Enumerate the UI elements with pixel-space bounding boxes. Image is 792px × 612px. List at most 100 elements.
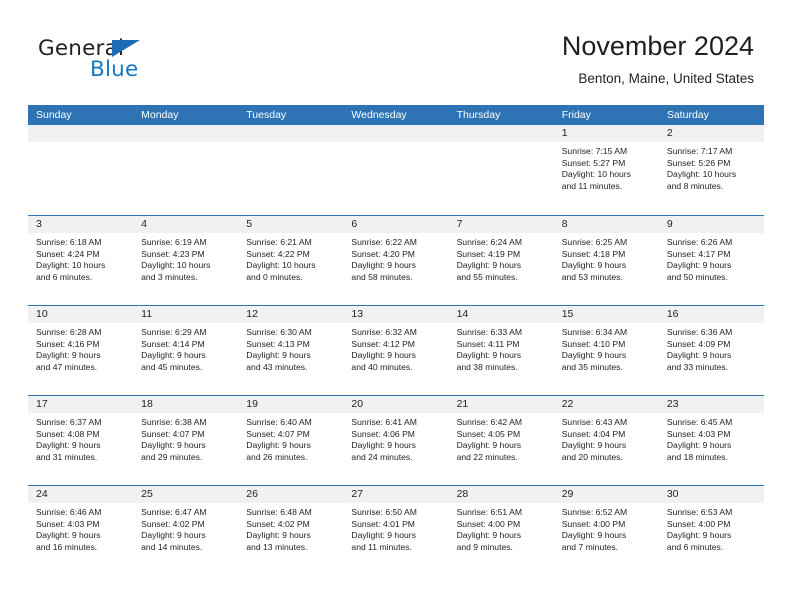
- day-cell[interactable]: [448, 125, 554, 215]
- day-cell[interactable]: 10 Sunrise: 6:28 AM Sunset: 4:16 PM Dayl…: [28, 306, 134, 395]
- day-cell[interactable]: 29 Sunrise: 6:52 AM Sunset: 4:00 PM Dayl…: [553, 486, 659, 575]
- day-number: 18: [141, 398, 153, 410]
- day-info: Sunrise: 7:15 AM Sunset: 5:27 PM Dayligh…: [554, 142, 659, 192]
- day-cell[interactable]: 17 Sunrise: 6:37 AM Sunset: 4:08 PM Dayl…: [28, 396, 134, 485]
- day-cell[interactable]: 2 Sunrise: 7:17 AM Sunset: 5:26 PM Dayli…: [658, 125, 764, 215]
- sunset-text: Sunset: 4:00 PM: [666, 518, 731, 529]
- day-number-bar: [133, 125, 239, 142]
- general-blue-logo[interactable]: General Blue: [38, 36, 258, 92]
- sunset-text: Sunset: 4:23 PM: [141, 248, 205, 259]
- day-cell[interactable]: 21 Sunrise: 6:42 AM Sunset: 4:05 PM Dayl…: [448, 396, 554, 485]
- day-cell[interactable]: 9 Sunrise: 6:26 AM Sunset: 4:17 PM Dayli…: [658, 216, 764, 305]
- day-info: Sunrise: 6:22 AM Sunset: 4:20 PM Dayligh…: [343, 233, 448, 283]
- day-number-bar: 29: [553, 486, 659, 503]
- daylight-text-line1: Daylight: 9 hours: [666, 440, 732, 451]
- day-number-bar: 5: [238, 216, 344, 233]
- daylight-text-line2: and 22 minutes.: [456, 451, 518, 462]
- day-number: 24: [36, 488, 48, 500]
- day-cell[interactable]: 26 Sunrise: 6:48 AM Sunset: 4:02 PM Dayl…: [238, 486, 344, 575]
- sunrise-text: Sunrise: 6:43 AM: [561, 417, 628, 427]
- day-number-bar: 17: [28, 396, 134, 413]
- day-cell[interactable]: 7 Sunrise: 6:24 AM Sunset: 4:19 PM Dayli…: [448, 216, 554, 305]
- day-number-bar: 14: [448, 306, 554, 323]
- day-number: 16: [666, 308, 679, 320]
- sunset-text: Sunset: 5:27 PM: [561, 157, 626, 168]
- day-number-bar: 15: [553, 306, 659, 323]
- daylight-text-line1: Daylight: 9 hours: [246, 350, 311, 361]
- daylight-text-line2: and 26 minutes.: [246, 451, 308, 462]
- day-number: 11: [141, 308, 153, 320]
- day-cell[interactable]: 27 Sunrise: 6:50 AM Sunset: 4:01 PM Dayl…: [343, 486, 449, 575]
- day-cell[interactable]: 12 Sunrise: 6:30 AM Sunset: 4:13 PM Dayl…: [238, 306, 344, 395]
- sunrise-text: Sunrise: 6:32 AM: [351, 327, 417, 337]
- day-number: 26: [246, 488, 258, 500]
- daylight-text-line1: Daylight: 9 hours: [141, 440, 206, 451]
- day-cell[interactable]: 22 Sunrise: 6:43 AM Sunset: 4:04 PM Dayl…: [553, 396, 659, 485]
- sunset-text: Sunset: 4:03 PM: [36, 518, 100, 529]
- sunset-text: Sunset: 4:24 PM: [36, 248, 100, 259]
- day-info: Sunrise: 6:52 AM Sunset: 4:00 PM Dayligh…: [554, 503, 659, 553]
- sunset-text: Sunset: 4:05 PM: [456, 428, 521, 439]
- sunrise-text: Sunrise: 6:22 AM: [351, 237, 417, 247]
- day-number: 25: [141, 488, 153, 500]
- sunset-text: Sunset: 4:13 PM: [246, 338, 310, 349]
- weekday-header-row: Sunday Monday Tuesday Wednesday Thursday…: [28, 105, 764, 125]
- week-row: 24 Sunrise: 6:46 AM Sunset: 4:03 PM Dayl…: [28, 485, 764, 575]
- day-cell[interactable]: 13 Sunrise: 6:32 AM Sunset: 4:12 PM Dayl…: [343, 306, 449, 395]
- daylight-text-line2: and 6 minutes.: [36, 271, 93, 282]
- day-cell[interactable]: 1 Sunrise: 7:15 AM Sunset: 5:27 PM Dayli…: [553, 125, 659, 215]
- day-cell[interactable]: 8 Sunrise: 6:25 AM Sunset: 4:18 PM Dayli…: [553, 216, 659, 305]
- day-cell[interactable]: [133, 125, 239, 215]
- sunset-text: Sunset: 4:11 PM: [456, 338, 520, 349]
- page-title: November 2024: [561, 31, 754, 61]
- day-number: 12: [246, 308, 258, 320]
- day-number-bar: [28, 125, 134, 142]
- day-cell[interactable]: [238, 125, 344, 215]
- daylight-text-line2: and 0 minutes.: [246, 271, 303, 282]
- day-cell[interactable]: [343, 125, 449, 215]
- sunrise-text: Sunrise: 6:38 AM: [141, 417, 207, 427]
- daylight-text-line1: Daylight: 9 hours: [36, 440, 101, 451]
- day-cell[interactable]: 28 Sunrise: 6:51 AM Sunset: 4:00 PM Dayl…: [448, 486, 554, 575]
- sunset-text: Sunset: 4:14 PM: [141, 338, 205, 349]
- day-cell[interactable]: 20 Sunrise: 6:41 AM Sunset: 4:06 PM Dayl…: [343, 396, 449, 485]
- day-number: 3: [36, 218, 42, 230]
- day-cell[interactable]: [28, 125, 134, 215]
- day-cell[interactable]: 24 Sunrise: 6:46 AM Sunset: 4:03 PM Dayl…: [28, 486, 134, 575]
- daylight-text-line2: and 20 minutes.: [561, 451, 623, 462]
- sunrise-text: Sunrise: 6:37 AM: [36, 417, 102, 427]
- day-cell[interactable]: 5 Sunrise: 6:21 AM Sunset: 4:22 PM Dayli…: [238, 216, 344, 305]
- daylight-text-line2: and 31 minutes.: [36, 451, 98, 462]
- day-cell[interactable]: 14 Sunrise: 6:33 AM Sunset: 4:11 PM Dayl…: [448, 306, 554, 395]
- day-cell[interactable]: 16 Sunrise: 6:36 AM Sunset: 4:09 PM Dayl…: [658, 306, 764, 395]
- daylight-text-line1: Daylight: 9 hours: [141, 530, 206, 541]
- day-cell[interactable]: 25 Sunrise: 6:47 AM Sunset: 4:02 PM Dayl…: [133, 486, 239, 575]
- day-cell[interactable]: 18 Sunrise: 6:38 AM Sunset: 4:07 PM Dayl…: [133, 396, 239, 485]
- day-number-bar: 13: [343, 306, 449, 323]
- daylight-text-line2: and 6 minutes.: [666, 541, 724, 552]
- day-cell[interactable]: 30 Sunrise: 6:53 AM Sunset: 4:00 PM Dayl…: [658, 486, 764, 575]
- day-cell[interactable]: 11 Sunrise: 6:29 AM Sunset: 4:14 PM Dayl…: [133, 306, 239, 395]
- sunset-text: Sunset: 4:20 PM: [351, 248, 415, 259]
- day-info: Sunrise: 6:36 AM Sunset: 4:09 PM Dayligh…: [659, 323, 764, 373]
- daylight-text-line1: Daylight: 10 hours: [246, 260, 316, 271]
- day-number-bar: 23: [658, 396, 764, 413]
- sunset-text: Sunset: 4:00 PM: [561, 518, 626, 529]
- daylight-text-line1: Daylight: 9 hours: [456, 350, 522, 361]
- day-cell[interactable]: 23 Sunrise: 6:45 AM Sunset: 4:03 PM Dayl…: [658, 396, 764, 485]
- page-header: General Blue November 2024 Benton, Maine…: [0, 0, 792, 100]
- page-location: Benton, Maine, United States: [578, 71, 754, 86]
- day-cell[interactable]: 6 Sunrise: 6:22 AM Sunset: 4:20 PM Dayli…: [343, 216, 449, 305]
- day-cell[interactable]: 19 Sunrise: 6:40 AM Sunset: 4:07 PM Dayl…: [238, 396, 344, 485]
- day-number-bar: 18: [133, 396, 239, 413]
- day-number-bar: 22: [553, 396, 659, 413]
- week-row: 1 Sunrise: 7:15 AM Sunset: 5:27 PM Dayli…: [28, 125, 764, 215]
- weekday-sunday: Sunday: [36, 109, 72, 121]
- daylight-text-line1: Daylight: 9 hours: [36, 350, 101, 361]
- day-cell[interactable]: 15 Sunrise: 6:34 AM Sunset: 4:10 PM Dayl…: [553, 306, 659, 395]
- day-number-bar: 24: [28, 486, 134, 503]
- day-cell[interactable]: 3 Sunrise: 6:18 AM Sunset: 4:24 PM Dayli…: [28, 216, 134, 305]
- sunset-text: Sunset: 4:17 PM: [666, 248, 731, 259]
- day-cell[interactable]: 4 Sunrise: 6:19 AM Sunset: 4:23 PM Dayli…: [133, 216, 239, 305]
- day-info: Sunrise: 6:40 AM Sunset: 4:07 PM Dayligh…: [238, 413, 343, 463]
